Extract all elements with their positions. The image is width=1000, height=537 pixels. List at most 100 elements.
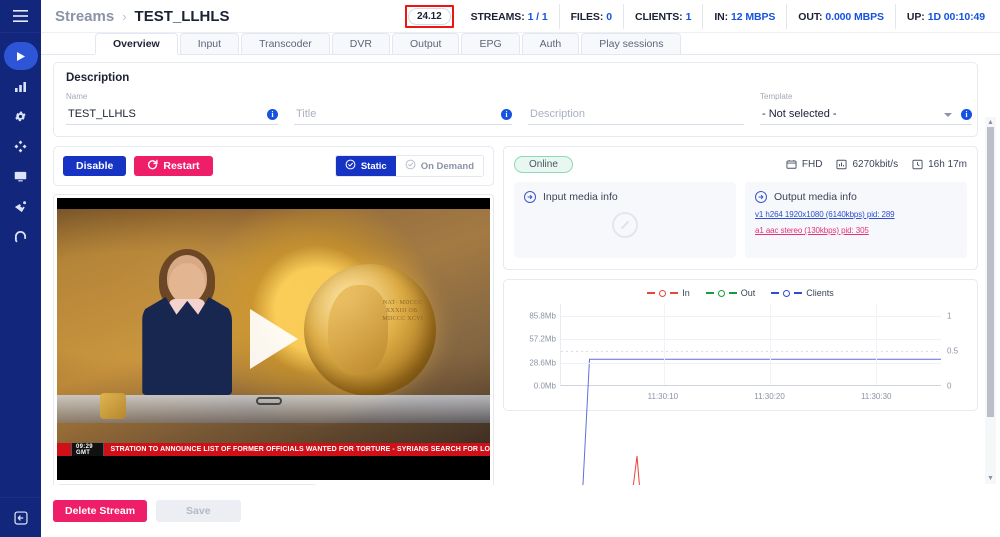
output-audio-track-link[interactable]: a1 aac stereo (130kbps) pid: 305 [755,226,957,235]
play-triangle-icon[interactable] [249,309,298,369]
mode-on-demand-option[interactable]: On Demand [395,156,483,176]
restart-button[interactable]: Restart [134,156,213,176]
chart-y-right-tick: 0 [947,381,952,391]
tab-transcoder[interactable]: Transcoder [241,33,330,54]
delete-stream-button[interactable]: Delete Stream [53,500,148,522]
anchor-face [169,263,206,303]
metric-resolution: FHD [786,159,822,170]
chart-y-left-tick: 57.2Mb [529,334,556,344]
output-media-box: Output media info v1 h264 1920x1080 (614… [745,182,967,258]
output-video-track-link[interactable]: v1 h264 1920x1080 (6140kbps) pid: 289 [755,210,957,219]
chart-legend: In Out Clients [514,288,967,298]
breadcrumb-streams[interactable]: Streams [55,8,114,25]
ticker-timestamp: 09:29 GMT [71,443,105,456]
legend-out-line [705,292,714,294]
save-button: Save [156,500,241,522]
sidebar-item-broadcast[interactable] [0,191,41,221]
disable-button[interactable]: Disable [63,156,127,176]
tab-play-sessions[interactable]: Play sessions [581,33,682,54]
name-input[interactable] [66,106,278,125]
stream-metrics: FHD 6270kbit/s 16h 17m [786,159,967,170]
scroll-down-arrow-icon[interactable]: ▼ [987,473,994,484]
legend-item-in[interactable]: In [647,288,690,298]
arrow-in-circle-icon [524,191,536,203]
hamburger-icon[interactable] [0,0,41,33]
legend-in-line [647,292,656,294]
chart-plot-area [560,304,941,386]
tab-auth[interactable]: Auth [521,33,580,54]
tab-input[interactable]: Input [179,33,240,54]
description-input[interactable] [528,106,744,125]
template-field-wrapper: Template i [760,92,972,125]
chart-y-left-tick: 85.8Mb [529,311,556,321]
output-media-title-row[interactable]: Output media info [755,191,957,203]
check-circle-outline-icon [405,159,416,173]
status-out: OUT: 0.000 MBPS [786,4,895,29]
scrollbar-track[interactable] [987,127,994,474]
input-media-title-row[interactable]: Input media info [524,191,726,203]
chart-y-left-tick: 28.6Mb [529,358,556,368]
status-uptime: UP: 1D 00:10:49 [894,4,996,29]
chart-vgridline [876,304,878,385]
status-streams: STREAMS: 1 / 1 [460,4,559,29]
status-clients-value: 1 [685,10,692,23]
name-field-wrapper: Name i [66,92,278,125]
tab-bar: Overview Input Transcoder DVR Output EPG… [41,33,1000,55]
legend-item-clients[interactable]: Clients [771,288,834,298]
restart-button-label: Restart [163,160,200,172]
form-footer: Delete Stream Save [41,485,1000,537]
breadcrumb-separator: › [122,8,127,24]
stream-controls-panel: Disable Restart Static On Demand [53,146,494,186]
chart-gridline [561,315,941,317]
status-in-label: IN: [714,10,729,23]
sidebar-item-settings[interactable] [0,101,41,131]
page-title: TEST_LLHLS [134,7,230,25]
metric-uptime-label: 16h 17m [928,159,967,170]
legend-item-out[interactable]: Out [705,288,755,298]
resolution-icon [786,159,797,170]
chart-x-tick: 11:30:10 [647,392,679,401]
status-clients: CLIENTS: 1 [622,4,702,29]
legend-out-marker [717,289,725,297]
tab-overview[interactable]: Overview [95,33,178,54]
status-files-label: FILES: [570,10,604,23]
status-uptime-value: 1D 00:10:49 [927,10,985,23]
metric-bitrate: 6270kbit/s [836,159,898,170]
template-info-icon[interactable]: i [961,109,972,120]
version-badge[interactable]: 24.12 [408,8,451,25]
input-media-box: Input media info [514,182,736,258]
output-media-title: Output media info [774,191,857,203]
sidebar-item-nodes[interactable] [0,131,41,161]
name-info-icon[interactable]: i [267,109,278,120]
sidebar-item-support[interactable] [0,221,41,251]
legend-clients-marker [783,289,791,297]
status-in: IN: 12 MBPS [702,4,786,29]
stream-info-header: Online FHD 6270kbit/s 16h 17m [514,156,967,173]
status-files: FILES: 0 [558,4,623,29]
tab-epg[interactable]: EPG [461,33,520,54]
sidebar-items [0,41,41,251]
arrow-out-circle-icon [755,191,767,203]
description-field-wrapper [528,104,744,125]
sidebar-item-statistics[interactable] [0,71,41,101]
traffic-chart-panel: In Out Clients 0.0Mb 28.6Mb 57.2Mb 85.8M… [503,279,978,411]
collapse-panel-icon[interactable] [0,497,41,537]
mode-static-option[interactable]: Static [335,156,396,176]
chevron-down-icon[interactable] [944,113,952,117]
vertical-scrollbar[interactable]: ▲ ▼ [985,117,996,484]
media-info-row: Input media info Output media info v1 h2… [514,182,967,258]
scrollbar-thumb[interactable] [987,127,994,417]
status-streams-label: STREAMS: [470,10,525,23]
tab-output[interactable]: Output [391,33,460,54]
title-info-icon[interactable]: i [501,109,512,120]
template-select[interactable] [760,106,972,125]
title-input[interactable] [294,106,512,125]
sidebar-item-streams[interactable] [0,41,41,71]
video-player-panel: NAT· MDCCC XXXIII OB· MDCCC XCVI 09:29 G… [53,194,494,506]
tab-dvr[interactable]: DVR [331,33,390,54]
mode-static-label: Static [360,160,387,172]
chart-gridline [561,339,941,341]
sidebar-item-monitor[interactable] [0,161,41,191]
chart-body: 0.0Mb 28.6Mb 57.2Mb 85.8Mb 0 0.5 1 11:30:10 11… [514,304,967,404]
video-player[interactable]: NAT· MDCCC XXXIII OB· MDCCC XCVI 09:29 G… [57,198,490,480]
